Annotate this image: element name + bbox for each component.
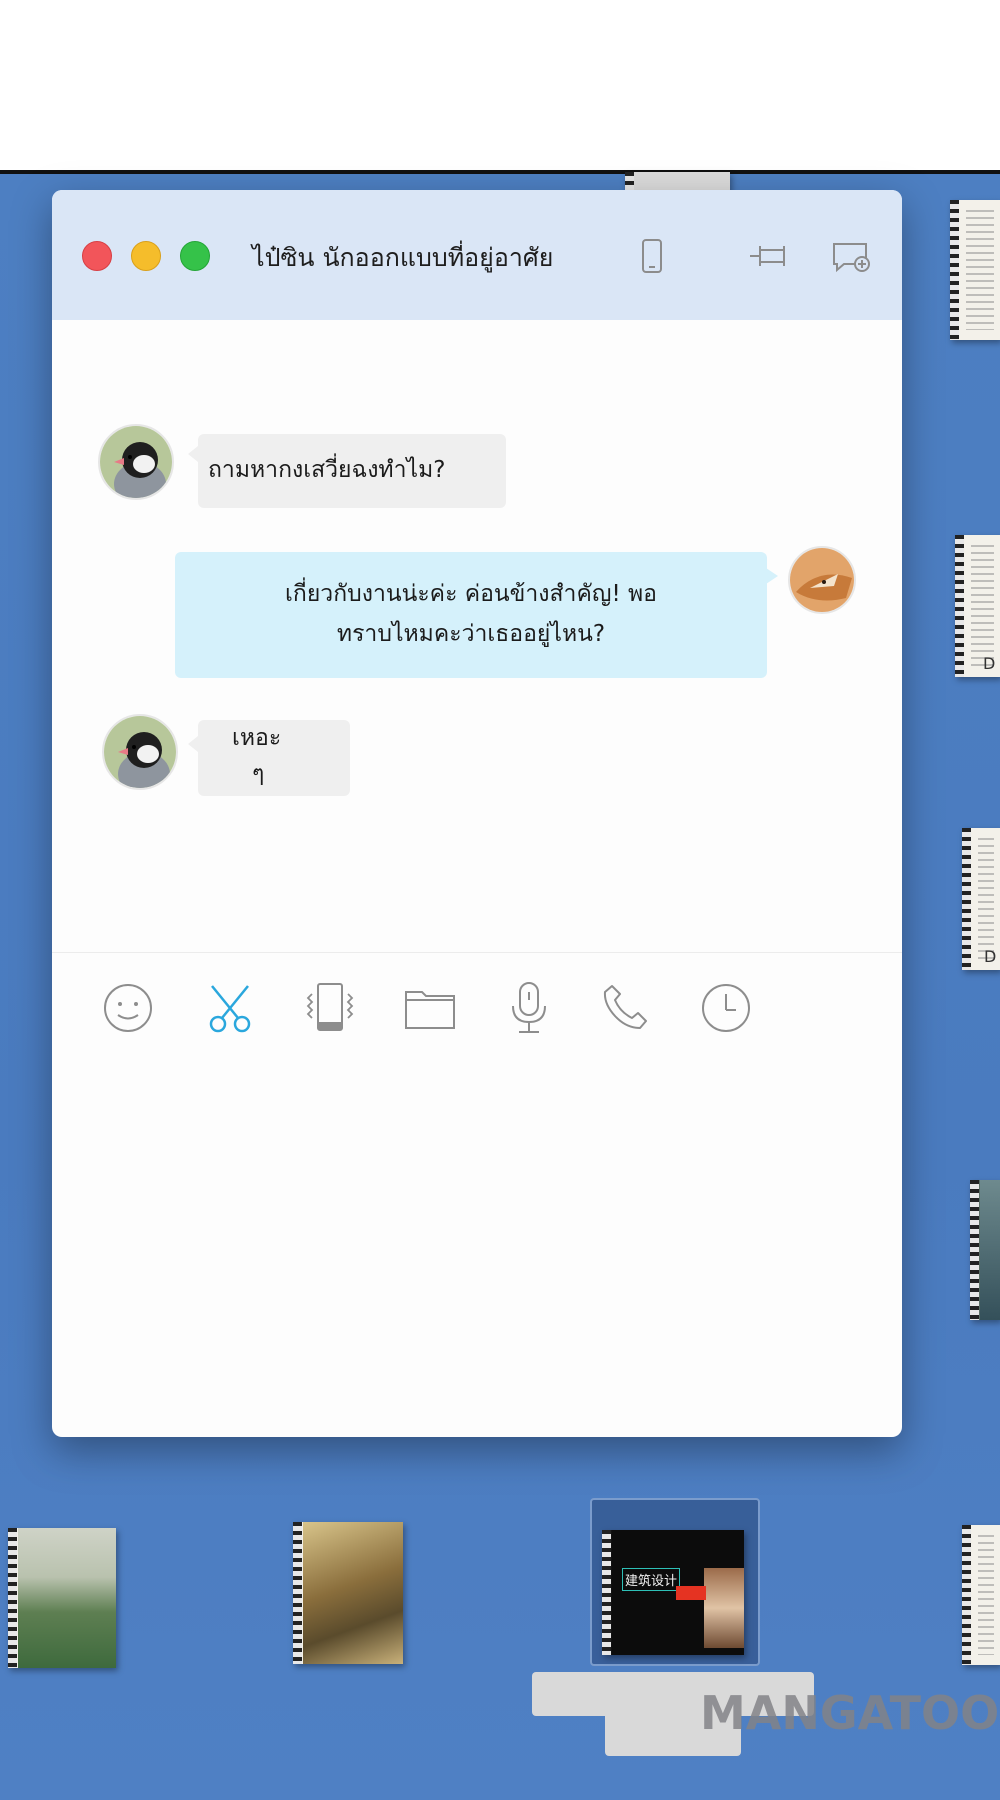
desktop-file[interactable] (950, 200, 1000, 340)
title-bar[interactable]: ไป๋ซิน นักออกแบบที่อยู่อาศัย (52, 190, 902, 320)
scissors-icon[interactable] (202, 980, 258, 1036)
sparrow-avatar[interactable] (102, 714, 178, 790)
vibrate-icon[interactable] (302, 980, 358, 1036)
message-text: เกี่ยวกับงานน่ะค่ะ ค่อนข้างสำคัญ! พอ (285, 581, 657, 607)
fox-avatar[interactable] (788, 546, 856, 614)
sparrow-avatar[interactable] (98, 424, 174, 500)
chat-window: ไป๋ซิน นักออกแบบที่อยู่อาศัย ถามหากงเสวี… (52, 190, 902, 1437)
desktop-file[interactable] (962, 1525, 1000, 1665)
cover-photo (704, 1568, 744, 1648)
desktop-file[interactable]: D (955, 535, 1000, 677)
bubble-tail (188, 736, 198, 752)
phone-call-icon[interactable] (598, 980, 654, 1036)
phone-icon[interactable] (630, 234, 674, 278)
selected-desktop-file[interactable]: 建筑设计 (602, 1530, 744, 1655)
message-bubble[interactable]: เหอะ ๆ (198, 720, 350, 796)
close-button[interactable] (82, 241, 112, 271)
message-bubble[interactable]: เกี่ยวกับงานน่ะค่ะ ค่อนข้างสำคัญ! พอ ทรา… (175, 552, 767, 678)
top-margin (0, 0, 1000, 170)
window-title: ไป๋ซิน นักออกแบบที่อยู่อาศัย (252, 243, 554, 272)
file-label: D (984, 947, 997, 966)
message-text: ทราบไหมคะว่าเธออยู่ไหน? (336, 621, 606, 647)
file-label: D (983, 654, 996, 673)
message-text: เหอะ (232, 725, 282, 751)
input-divider (52, 952, 902, 953)
desktop-file[interactable] (970, 1180, 1000, 1320)
emoji-icon[interactable] (100, 980, 156, 1036)
desktop-file[interactable] (8, 1528, 116, 1668)
desktop-file[interactable] (293, 1522, 403, 1664)
message-text: ๆ (252, 761, 265, 787)
microphone-icon[interactable] (501, 980, 557, 1036)
watermark: MANGATOON (700, 1686, 1000, 1740)
bubble-tail (766, 568, 778, 584)
bubble-tail (188, 446, 198, 462)
desktop-file[interactable]: D (962, 828, 1000, 970)
message-text: ถามหากงเสวี่ยฉงทำไม? (208, 457, 446, 483)
add-chat-icon[interactable] (828, 234, 872, 278)
file-cover-text: 建筑设计 (622, 1568, 681, 1591)
message-bubble[interactable]: ถามหากงเสวี่ยฉงทำไม? (198, 434, 506, 508)
minimize-button[interactable] (131, 241, 161, 271)
folder-icon[interactable] (402, 980, 458, 1036)
pin-icon[interactable] (748, 234, 792, 278)
cover-accent (676, 1586, 706, 1600)
history-icon[interactable] (698, 980, 754, 1036)
zoom-button[interactable] (180, 241, 210, 271)
